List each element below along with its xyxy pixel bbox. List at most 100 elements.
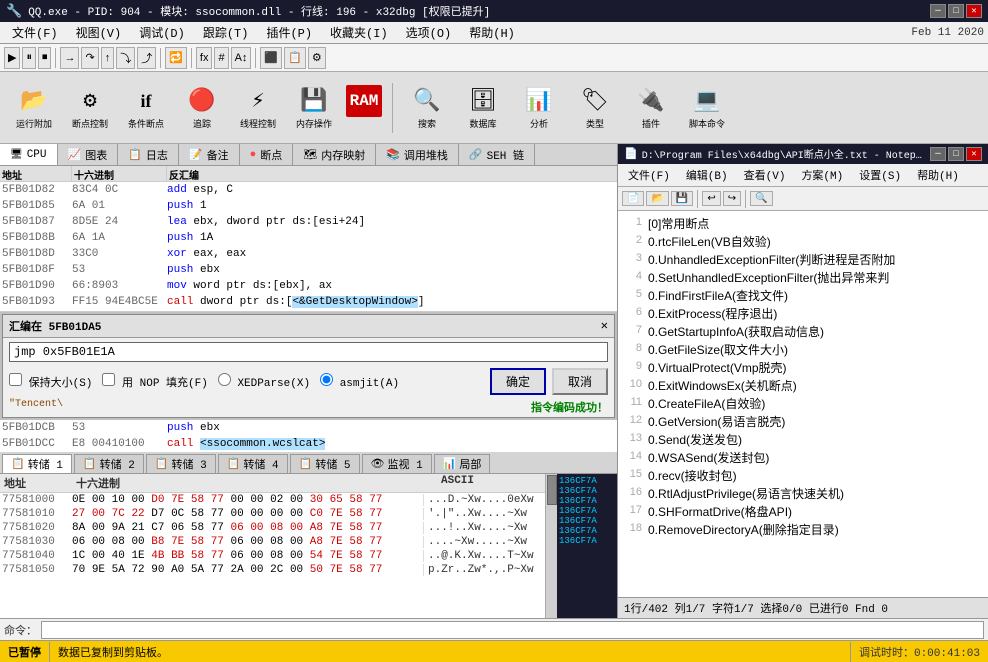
hex-row-4[interactable]: 77581040 1C 00 40 1E 4B BB 58 77 06 00 0… <box>0 549 545 563</box>
toolbar-settings[interactable]: ⚙ <box>308 47 326 69</box>
option-xedparse[interactable]: XEDParse(X) <box>218 373 310 390</box>
bottom-tab-locals[interactable]: 📊 局部 <box>434 454 491 473</box>
tab-callstack[interactable]: 📚 调用堆栈 <box>376 144 459 165</box>
hex-scroll-thumb[interactable] <box>547 475 557 505</box>
maximize-button[interactable]: □ <box>948 4 964 18</box>
toolbar-fx[interactable]: fx <box>196 47 213 69</box>
minimize-button[interactable]: ─ <box>930 4 946 18</box>
toolbar-font[interactable]: A↕ <box>231 47 252 69</box>
notepad-menu-file[interactable]: 文件(F) <box>622 166 676 184</box>
rt-types[interactable]: 🏷 类型 <box>569 82 621 133</box>
menu-options[interactable]: 选项(O) <box>398 22 460 43</box>
notepad-close-button[interactable]: ✕ <box>966 147 982 161</box>
tab-graph[interactable]: 📈 图表 <box>58 144 119 165</box>
keep-size-checkbox[interactable] <box>9 373 22 386</box>
tab-notes[interactable]: 📝 备注 <box>179 144 240 165</box>
disasm-row-0[interactable]: 5FB01D82 83C4 0C add esp, C <box>0 182 617 198</box>
rt-trace[interactable]: 🔴 追踪 <box>176 82 228 133</box>
bottom-tab-dump4[interactable]: 📋 转储 4 <box>218 454 288 473</box>
notepad-undo-btn[interactable]: ↩ <box>702 191 720 206</box>
disasm-row-4[interactable]: 5FB01D8D 33C0 xor eax, eax <box>0 246 617 262</box>
bottom-tab-dump5[interactable]: 📋 转储 5 <box>290 454 360 473</box>
hex-row-5[interactable]: 77581050 70 9E 5A 72 90 A0 5A 77 2A 00 2… <box>0 563 545 577</box>
command-input[interactable] <box>41 621 984 639</box>
hex-row-3[interactable]: 77581030 06 00 08 00 B8 7E 58 77 06 00 0… <box>0 535 545 549</box>
rt-ram[interactable]: RAM RAM <box>344 82 384 133</box>
dialog-cancel-button[interactable]: 取消 <box>552 368 608 395</box>
menu-trace[interactable]: 跟踪(T) <box>195 22 257 43</box>
toolbar-step-over[interactable]: ↷ <box>81 47 98 69</box>
disasm-row-2[interactable]: 5FB01D87 8D5E 24 lea ebx, dword ptr ds:[… <box>0 214 617 230</box>
notepad-save-btn[interactable]: 💾 <box>671 191 693 206</box>
rt-memory-ops[interactable]: 💾 内存操作 <box>288 82 340 133</box>
assemble-input[interactable] <box>9 342 608 362</box>
menu-help[interactable]: 帮助(H) <box>461 22 523 43</box>
tab-log[interactable]: 📋 日志 <box>118 144 179 165</box>
notepad-menu-view[interactable]: 查看(V) <box>738 166 792 184</box>
toolbar-pause[interactable]: ⏸ <box>22 47 36 69</box>
notepad-new-btn[interactable]: 📄 <box>622 191 644 206</box>
disasm-row-5[interactable]: 5FB01D8F 53 push ebx <box>0 262 617 278</box>
hex-row-1[interactable]: 77581010 27 00 7C 22 D7 0C 58 77 00 00 0… <box>0 507 545 521</box>
rt-cond-bp[interactable]: if 条件断点 <box>120 82 172 133</box>
disasm-lower-row-0[interactable]: 5FB01DCB 53 push ebx <box>0 420 617 436</box>
toolbar-run[interactable]: ▶ <box>4 47 20 69</box>
nop-fill-checkbox[interactable] <box>102 373 115 386</box>
tab-cpu[interactable]: 🖥 CPU <box>0 144 58 166</box>
close-button[interactable]: ✕ <box>966 4 982 18</box>
tab-seh[interactable]: 🔗 SEH 链 <box>459 144 535 165</box>
notepad-minimize-button[interactable]: ─ <box>930 147 946 161</box>
notepad-menu-settings[interactable]: 设置(S) <box>853 166 907 184</box>
notepad-search-btn[interactable]: 🔍 <box>750 191 772 206</box>
hex-row-2[interactable]: 77581020 8A 00 9A 21 C7 06 58 77 06 00 0… <box>0 521 545 535</box>
dialog-ok-button[interactable]: 确定 <box>490 368 546 395</box>
disasm-row-7[interactable]: 5FB01D93 FF15 94E4BC5E call dword ptr ds… <box>0 294 617 310</box>
tab-breakpoints[interactable]: ● 断点 <box>240 144 294 165</box>
rt-plugins[interactable]: 🔌 插件 <box>625 82 677 133</box>
toolbar-clipboard[interactable]: 📋 <box>284 47 306 69</box>
rt-run-attach[interactable]: 📂 运行附加 <box>8 82 60 133</box>
toolbar-step-out[interactable]: ↑ <box>101 47 115 69</box>
notepad-menu-scheme[interactable]: 方案(M) <box>795 166 849 184</box>
notepad-maximize-button[interactable]: □ <box>948 147 964 161</box>
toolbar-block[interactable]: ⬛ <box>260 47 282 69</box>
toolbar-run-to-return[interactable]: ⤴ <box>137 47 156 69</box>
tab-memmap[interactable]: 🗺 内存映射 <box>293 144 376 165</box>
notepad-menu-help[interactable]: 帮助(H) <box>911 166 965 184</box>
disasm-row-6[interactable]: 5FB01D90 66:8903 mov word ptr ds:[ebx], … <box>0 278 617 294</box>
rt-database[interactable]: 🗄 数据库 <box>457 82 509 133</box>
notepad-redo-btn[interactable]: ↪ <box>723 191 741 206</box>
hex-scrollbar[interactable] <box>545 474 557 619</box>
asmjit-radio[interactable] <box>320 373 333 386</box>
menu-view[interactable]: 视图(V) <box>68 22 130 43</box>
bottom-tab-dump3[interactable]: 📋 转储 3 <box>146 454 216 473</box>
bottom-tab-watch1[interactable]: 👁 监视 1 <box>362 454 432 473</box>
dialog-close-button[interactable]: ✕ <box>601 318 608 333</box>
menu-plugin[interactable]: 插件(P) <box>258 22 320 43</box>
toolbar-run-to-call[interactable]: ⤵ <box>116 47 135 69</box>
rt-breakpoint-ctrl[interactable]: ⚙ 断点控制 <box>64 82 116 133</box>
disasm-row-3[interactable]: 5FB01D8B 6A 1A push 1A <box>0 230 617 246</box>
disasm-row-8[interactable]: 5FB01D99 50 push eax <box>0 310 617 312</box>
rt-analyze[interactable]: 📊 分析 <box>513 82 565 133</box>
menu-favorites[interactable]: 收藏夹(I) <box>322 22 396 43</box>
notepad-content[interactable]: 1 [0]常用断点 2 0.rtcFileLen(VB自效验) 3 0.Unha… <box>618 211 988 597</box>
toolbar-hash[interactable]: # <box>214 47 228 69</box>
disasm-lower-row-1[interactable]: 5FB01DCC E8 00410100 call <ssocommon.wcs… <box>0 436 617 452</box>
notepad-menu-edit[interactable]: 编辑(B) <box>680 166 734 184</box>
menu-file[interactable]: 文件(F) <box>4 22 66 43</box>
toolbar-stop[interactable]: ⏹ <box>38 47 52 69</box>
toolbar-step-into[interactable]: → <box>60 47 79 69</box>
toolbar-restart[interactable]: 🔁 <box>165 47 187 69</box>
option-asmjit[interactable]: asmjit(A) <box>320 373 399 390</box>
xedparse-radio[interactable] <box>218 373 231 386</box>
rt-script[interactable]: 💻 脚本命令 <box>681 82 733 133</box>
notepad-open-btn[interactable]: 📂 <box>646 191 668 206</box>
option-nop-fill[interactable]: 用 NOP 填充(F) <box>102 373 207 390</box>
menu-debug[interactable]: 调试(D) <box>131 22 193 43</box>
bottom-tab-dump1[interactable]: 📋 转储 1 <box>2 454 72 473</box>
disasm-row-1[interactable]: 5FB01D85 6A 01 push 1 <box>0 198 617 214</box>
rt-search[interactable]: 🔍 搜索 <box>401 82 453 133</box>
hex-row-0[interactable]: 77581000 0E 00 10 00 D0 7E 58 77 00 00 0… <box>0 493 545 507</box>
rt-thread-ctrl[interactable]: ⚡ 线程控制 <box>232 82 284 133</box>
